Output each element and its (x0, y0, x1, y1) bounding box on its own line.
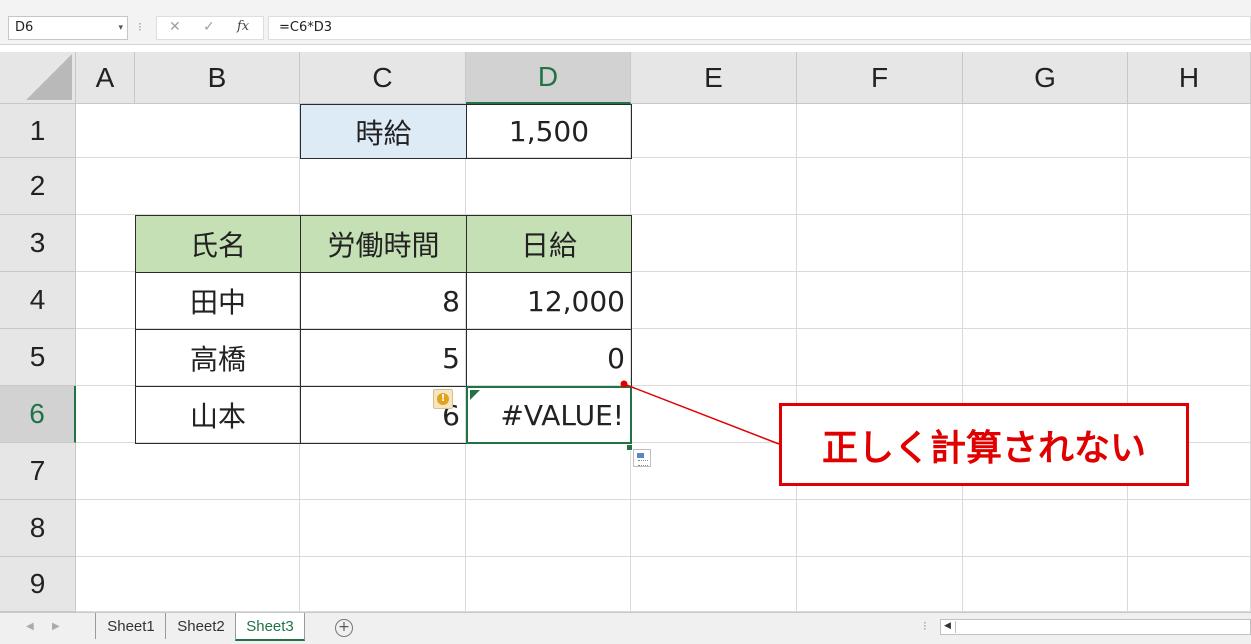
cell-value: 時給 (355, 116, 412, 150)
horizontal-scrollbar[interactable]: ◀ (940, 619, 1251, 635)
gridline (76, 499, 1251, 500)
column-header-f[interactable]: F (797, 52, 963, 104)
insert-function-icon[interactable]: fx (237, 19, 249, 34)
cell-d6[interactable]: #VALUE! (466, 386, 632, 444)
cell-c5[interactable]: 5 (300, 329, 467, 387)
cancel-icon[interactable]: ✕ (169, 19, 181, 35)
row-header-4[interactable]: 4 (0, 272, 76, 329)
gridline (1127, 104, 1128, 612)
cell-value: 0 (607, 341, 625, 375)
row-header-5[interactable]: 5 (0, 329, 76, 386)
row-header-6[interactable]: 6 (0, 386, 76, 443)
cell-value: 8 (442, 284, 460, 318)
cell-value: 日給 (520, 229, 577, 262)
row-header-2[interactable]: 2 (0, 158, 76, 215)
cell-value: 労働時間 (327, 229, 440, 262)
name-box-value: D6 (15, 20, 34, 35)
drag-handle-icon[interactable]: ⁝ (138, 20, 142, 34)
cell-value: 山本 (189, 400, 246, 433)
cell-d4[interactable]: 12,000 (466, 272, 632, 330)
cell-value: 1,500 (508, 115, 590, 148)
select-all-button[interactable] (0, 52, 76, 104)
column-header-a[interactable]: A (76, 52, 135, 104)
cell-d3[interactable]: 日給 (466, 215, 632, 273)
row-header-7[interactable]: 7 (0, 443, 76, 500)
tab-splitter-icon[interactable]: ⁝ (923, 619, 927, 633)
error-indicator-icon (470, 390, 480, 400)
scroll-tabs-left-icon[interactable]: ◀ (26, 621, 34, 632)
column-header-d[interactable]: D (466, 52, 631, 104)
cell-value: 高橋 (189, 343, 246, 376)
cell-b3[interactable]: 氏名 (135, 215, 301, 273)
cell-b5[interactable]: 高橋 (135, 329, 301, 387)
formula-input[interactable]: =C6*D3 (268, 16, 1251, 40)
sheet-tab-sheet2[interactable]: Sheet2 (165, 613, 236, 639)
gridline (76, 157, 1251, 158)
add-sheet-icon[interactable]: + (335, 619, 353, 637)
cell-c3[interactable]: 労働時間 (300, 215, 467, 273)
row-header-9[interactable]: 9 (0, 557, 76, 612)
cell-value: 5 (442, 341, 460, 375)
column-header-b[interactable]: B (135, 52, 300, 104)
cell-b6[interactable]: 山本 (135, 386, 301, 444)
gridline (962, 104, 963, 612)
scroll-tabs-right-icon[interactable]: ▶ (52, 621, 60, 632)
scrollbar-thumb[interactable] (955, 621, 1248, 633)
sheet-tab-bar: ◀ ▶ Sheet1 Sheet2 Sheet3 + ⁝ ◀ (0, 612, 1251, 644)
row-header-1[interactable]: 1 (0, 104, 76, 158)
cell-value: #VALUE! (500, 398, 624, 432)
column-header-g[interactable]: G (963, 52, 1128, 104)
sheet-tab-sheet1[interactable]: Sheet1 (95, 613, 166, 639)
gridline (76, 556, 1251, 557)
cell-value: 氏名 (189, 229, 246, 262)
chevron-down-icon[interactable]: ▾ (118, 17, 123, 39)
gridline (796, 104, 797, 612)
formula-buttons: ✕ ✓ fx (156, 16, 264, 40)
warning-icon[interactable]: ! (433, 389, 453, 409)
enter-icon[interactable]: ✓ (203, 19, 215, 35)
name-box[interactable]: D6 ▾ (8, 16, 128, 40)
sheet-tab-sheet3[interactable]: Sheet3 (235, 613, 305, 641)
cell-b4[interactable]: 田中 (135, 272, 301, 330)
cell-c4[interactable]: 8 (300, 272, 467, 330)
annotation-callout: 正しく計算されない (779, 403, 1189, 486)
column-header-e[interactable]: E (631, 52, 797, 104)
cell-d5[interactable]: 0 (466, 329, 632, 387)
fill-handle[interactable] (626, 444, 633, 451)
column-header-c[interactable]: C (300, 52, 466, 104)
cell-value: 12,000 (527, 284, 625, 318)
formula-bar: D6 ▾ ⁝ ✕ ✓ fx =C6*D3 (0, 0, 1251, 45)
row-header-8[interactable]: 8 (0, 500, 76, 557)
warning-icon-glyph: ! (437, 393, 449, 405)
cell-c1[interactable]: 時給 (300, 104, 467, 159)
scroll-left-icon[interactable]: ◀ (944, 621, 951, 631)
column-header-h[interactable]: H (1128, 52, 1251, 104)
cell-d1[interactable]: 1,500 (466, 104, 632, 159)
paste-options-icon[interactable] (633, 449, 651, 467)
row-header-3[interactable]: 3 (0, 215, 76, 272)
worksheet-grid: ABCDEFGH123456789 時給 1,500 氏名 労働時間 日給 田中 8 12,0… (0, 52, 1251, 612)
cell-value: 田中 (189, 286, 246, 319)
